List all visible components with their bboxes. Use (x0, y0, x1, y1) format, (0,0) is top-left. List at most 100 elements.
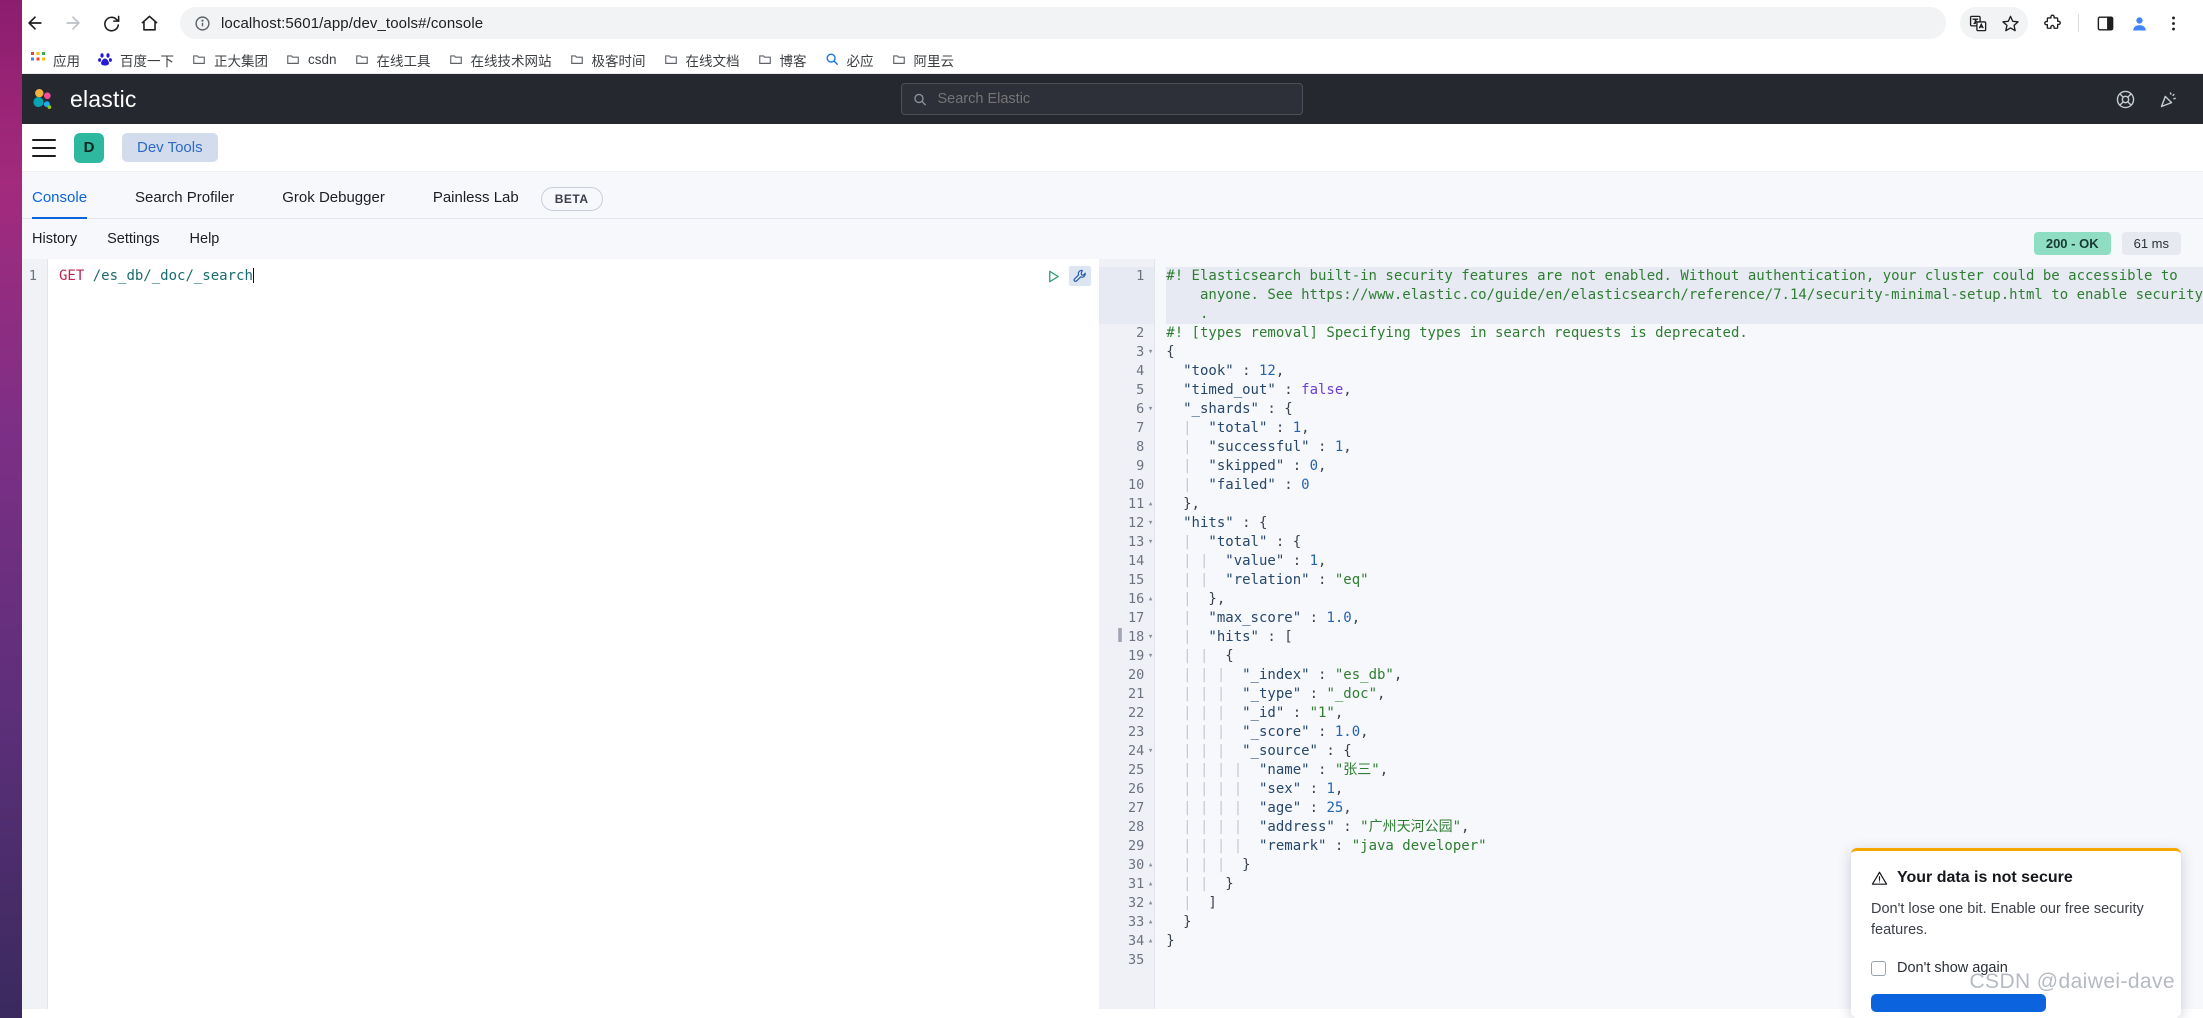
bookmark-apps[interactable]: 应用 (22, 47, 89, 73)
token-guide: | | (1166, 572, 1217, 588)
token-punct: : (1301, 781, 1327, 797)
response-line: . (1166, 305, 2203, 324)
browser-menu-icon[interactable] (2157, 7, 2189, 39)
token-guide: | | (1166, 876, 1217, 892)
subnav-history[interactable]: History (32, 231, 77, 247)
enable-security-button[interactable] (1871, 994, 2046, 1013)
response-line-number: 12 ▾ (1128, 514, 1154, 533)
help-lifering-icon[interactable] (2115, 89, 2136, 110)
tab-painless-lab[interactable]: Painless Lab (433, 190, 529, 218)
split-drag-handle[interactable]: || (1113, 621, 1125, 647)
token-num: 12 (1259, 363, 1276, 379)
response-line-number: 28 (1128, 819, 1145, 835)
hamburger-menu-icon[interactable] (32, 138, 56, 157)
fold-up-icon[interactable]: ▴ (1148, 894, 1153, 913)
token-guide: | | | | (1166, 838, 1251, 854)
side-panel-icon[interactable] (2089, 7, 2121, 39)
back-arrow-icon[interactable] (18, 6, 52, 40)
translate-icon[interactable] (1962, 7, 1994, 39)
announcements-icon[interactable] (2158, 89, 2179, 110)
token-punct: [ (1284, 629, 1293, 645)
response-line-number: 25 (1128, 762, 1145, 778)
fold-up-icon[interactable]: ▴ (1148, 875, 1153, 894)
bookmark-bing[interactable]: 必应 (816, 47, 883, 73)
token-bool: false (1301, 382, 1344, 398)
token-punct: , (1318, 553, 1327, 569)
token-guide: | | | | (1166, 781, 1251, 797)
bookmark-folder-aliyun[interactable]: 阿里云 (883, 47, 964, 73)
fold-down-icon[interactable]: ▾ (1148, 400, 1153, 419)
token-punct: , (1343, 439, 1352, 455)
address-bar[interactable]: localhost:5601/app/dev_tools#/console (180, 7, 1946, 39)
token-comment: #! Elasticsearch built-in security featu… (1166, 268, 2178, 284)
fold-up-icon[interactable]: ▴ (1148, 913, 1153, 932)
tab-grok-debugger[interactable]: Grok Debugger (282, 190, 407, 218)
home-icon[interactable] (132, 6, 166, 40)
dont-show-again-checkbox[interactable] (1871, 960, 1886, 976)
bookmark-folder-online-tools[interactable]: 在线工具 (346, 47, 440, 73)
fold-down-icon[interactable]: ▾ (1148, 628, 1153, 647)
bookmark-folder-blog[interactable]: 博客 (749, 47, 816, 73)
fold-down-icon[interactable]: ▾ (1148, 647, 1153, 666)
folder-icon (355, 52, 370, 67)
token-comment: . (1166, 306, 1209, 322)
request-actions (1042, 266, 1092, 286)
elastic-logo[interactable]: elastic (30, 86, 137, 113)
bookmark-folder-online-docs[interactable]: 在线文档 (655, 47, 749, 73)
token-punct: : (1284, 553, 1310, 569)
token-str: "java developer" (1351, 838, 1487, 854)
profile-avatar-icon[interactable] (2123, 7, 2155, 39)
response-line-number: 20 (1128, 667, 1145, 683)
token-punct: } (1216, 876, 1234, 892)
dont-show-again-row[interactable]: Don't show again (1871, 960, 2161, 976)
fold-down-icon[interactable]: ▾ (1148, 514, 1153, 533)
breadcrumb[interactable]: Dev Tools (122, 133, 218, 162)
token-guide: | | | | (1166, 762, 1251, 778)
token-str: "_doc" (1326, 686, 1378, 702)
fold-down-icon[interactable]: ▾ (1148, 343, 1153, 362)
response-line: | | | "_index" : "es_db", (1166, 666, 2203, 685)
bookmark-folder-geektime[interactable]: 极客时间 (561, 47, 655, 73)
token-key: "name" (1250, 762, 1310, 778)
security-toast: Your data is not secure Don't lose one b… (1851, 848, 2181, 1018)
request-editor-pane[interactable]: 1 GET /es_db/_doc/_search (0, 259, 1100, 1009)
bookmark-folder-csdn[interactable]: csdn (277, 49, 346, 70)
request-code[interactable]: GET /es_db/_doc/_search (48, 259, 1099, 1009)
subnav-settings[interactable]: Settings (107, 231, 159, 247)
bookmark-label: 阿里云 (913, 53, 955, 69)
token-punct: : (1301, 800, 1327, 816)
bookmark-baidu[interactable]: 百度一下 (89, 47, 183, 73)
folder-icon (758, 52, 773, 67)
translate-bookmark-pill (1960, 7, 2028, 39)
token-guide: | | | | (1166, 800, 1251, 816)
token-punct: }, (1199, 591, 1226, 607)
extensions-puzzle-icon[interactable] (2036, 7, 2068, 39)
global-search-box[interactable] (900, 83, 1303, 115)
dev-tools-tabs: Console Search Profiler Grok Debugger Pa… (0, 172, 2203, 219)
response-line: "timed_out" : false, (1166, 381, 2203, 400)
subnav-help[interactable]: Help (190, 231, 220, 247)
fold-down-icon[interactable]: ▾ (1148, 533, 1153, 552)
response-line: | | | "_source" : { (1166, 742, 2203, 761)
token-key: "successful" (1199, 439, 1310, 455)
response-line-number: 15 (1128, 572, 1145, 588)
tab-console[interactable]: Console (32, 190, 109, 219)
fold-up-icon[interactable]: ▴ (1148, 856, 1153, 875)
fold-up-icon[interactable]: ▴ (1148, 590, 1153, 609)
bookmark-star-icon[interactable] (1994, 7, 2026, 39)
fold-down-icon[interactable]: ▾ (1148, 742, 1153, 761)
forward-arrow-icon[interactable] (56, 6, 90, 40)
search-input[interactable] (937, 91, 1291, 107)
fold-up-icon[interactable]: ▴ (1148, 495, 1153, 514)
site-info-icon (195, 15, 210, 31)
space-avatar[interactable]: D (74, 132, 104, 163)
wrench-icon[interactable] (1069, 266, 1092, 286)
reload-icon[interactable] (94, 6, 128, 40)
token-punct: : (1309, 667, 1335, 683)
fold-up-icon[interactable]: ▴ (1148, 932, 1153, 951)
bookmark-folder-tech-sites[interactable]: 在线技术网站 (440, 47, 561, 73)
tab-search-profiler[interactable]: Search Profiler (135, 190, 256, 218)
send-request-play-icon[interactable] (1042, 266, 1064, 286)
response-line: | }, (1166, 590, 2203, 609)
bookmark-folder-zhengda[interactable]: 正大集团 (183, 47, 277, 73)
